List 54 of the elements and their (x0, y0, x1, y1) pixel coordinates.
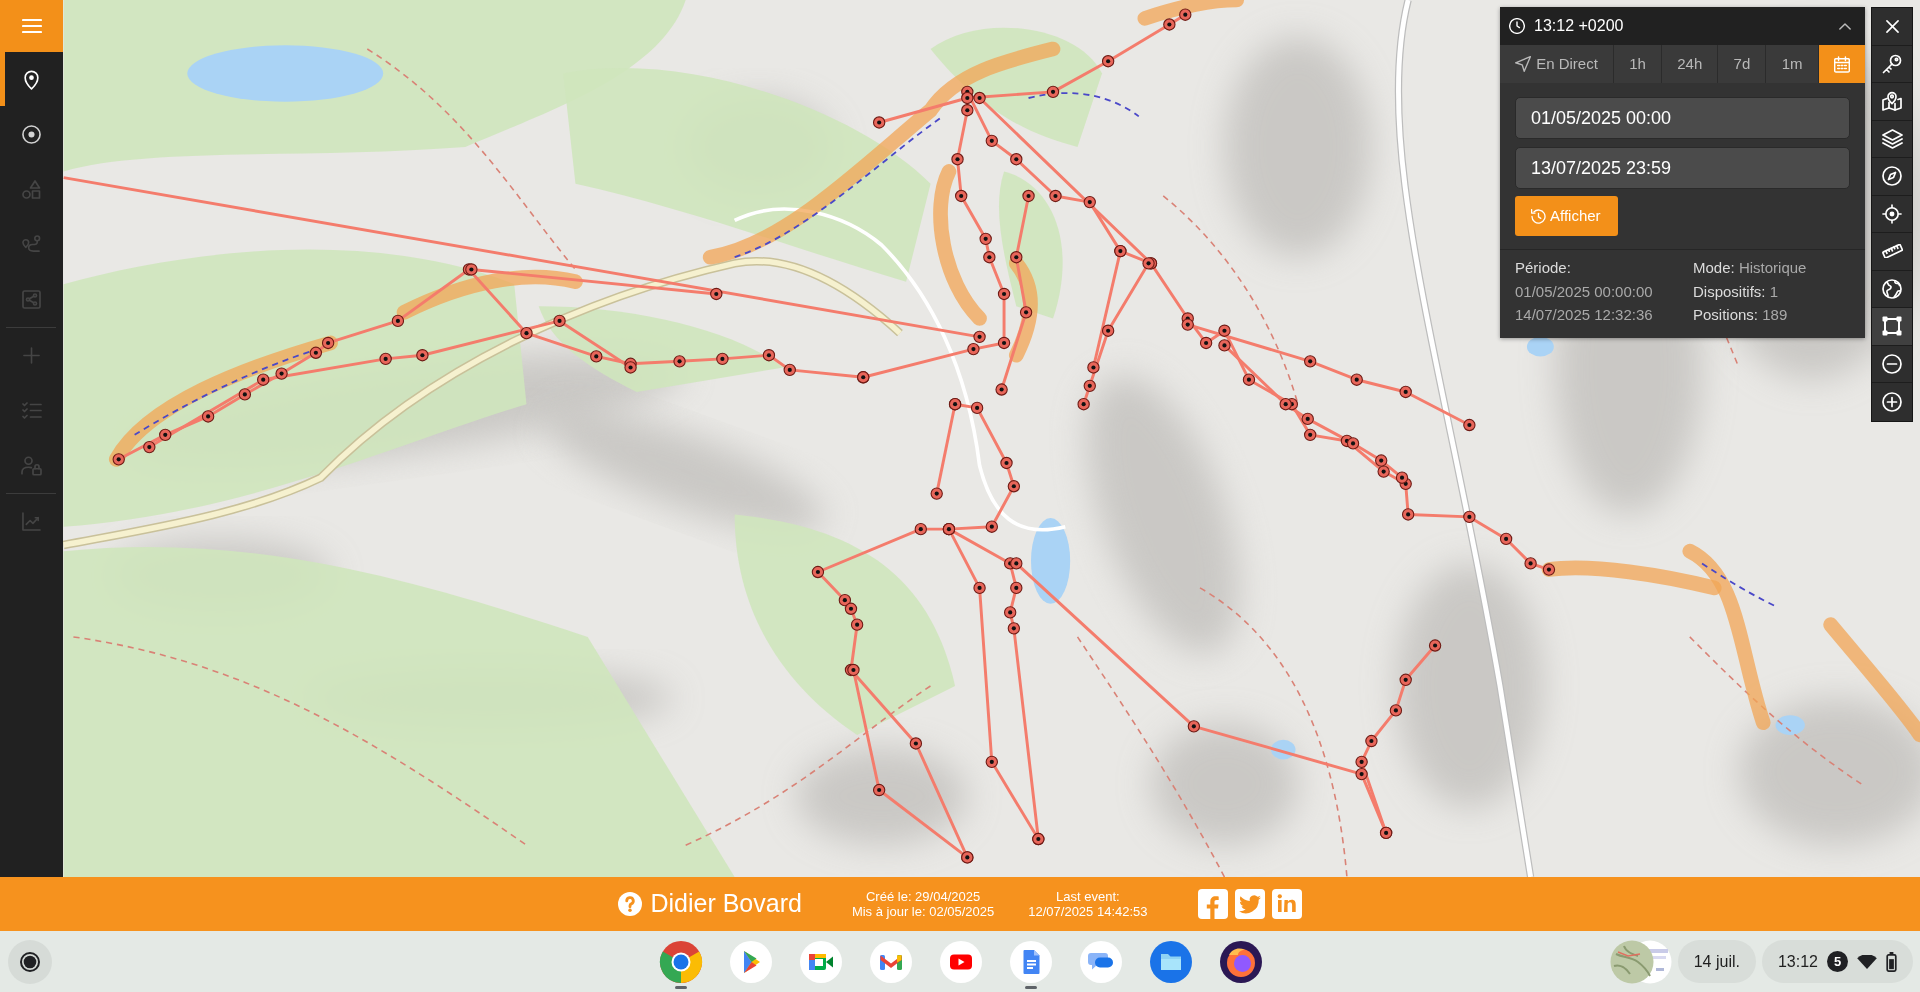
clock-icon (1509, 18, 1525, 34)
compass-icon (1882, 166, 1902, 187)
stat-label: Mode: (1693, 259, 1735, 276)
close-icon (1885, 19, 1899, 33)
map-pin-icon[interactable] (24, 69, 39, 90)
last-event-time: 12/07/2025 14:42:53 (1028, 904, 1148, 919)
thumbnail-icon[interactable] (1609, 939, 1672, 984)
wifi-icon (1857, 954, 1877, 969)
status-tray[interactable]: 13:12 5 (1761, 940, 1913, 983)
play-button-icon[interactable] (938, 939, 983, 984)
ruler-icon (1881, 244, 1903, 259)
stat-value: 189 (1762, 306, 1788, 323)
ring-globe-icon[interactable] (1218, 939, 1263, 984)
period-start: 01/05/2025 00:00:00 (1515, 281, 1654, 302)
zoom-out-icon (1882, 353, 1902, 374)
folder-icon[interactable] (1148, 939, 1193, 984)
chevron-up-icon[interactable] (1839, 22, 1851, 30)
key-icon (1882, 53, 1902, 74)
created-date: Créé le: 29/04/2025 (865, 889, 981, 904)
stat-value: 1 (1769, 282, 1779, 300)
updated-date: Mis à jour le: 02/05/2025 (851, 904, 995, 919)
crosshair-icon (1882, 203, 1902, 224)
period-end: 14/07/2025 12:32:36 (1515, 305, 1654, 325)
stat-label: Positions: (1693, 306, 1759, 323)
bounding-box-icon (1882, 316, 1902, 337)
notification-count: 5 (1827, 951, 1848, 972)
map-icon (1882, 91, 1902, 112)
stat-label: Dispositifs: (1693, 282, 1766, 300)
envelope-icon[interactable] (868, 939, 913, 984)
zoom-in-icon (1882, 391, 1902, 412)
launcher-icon[interactable] (8, 939, 52, 984)
video-camera-icon[interactable] (798, 939, 843, 984)
calendar-icon (1833, 55, 1850, 73)
color-wheel-icon[interactable] (658, 939, 703, 984)
calendar-tab[interactable] (1818, 45, 1865, 83)
date-button[interactable]: 14 juil. (1677, 940, 1756, 983)
circle-dot-icon[interactable] (22, 125, 41, 144)
globe-icon (1882, 278, 1902, 299)
clock-time: 13:12 (1777, 951, 1818, 972)
stat-value: Historique (1738, 259, 1807, 276)
start-date-field[interactable]: 01/05/2025 00:00 (1515, 97, 1850, 139)
end-date-field[interactable]: 13/07/2025 23:59 (1515, 147, 1850, 189)
last-event-label: Last event: (1056, 889, 1120, 904)
navigation-arrow-icon (1515, 56, 1532, 72)
profile-name: Didier Bovard (650, 888, 802, 920)
history-icon (1531, 208, 1546, 224)
map-drawing[interactable] (63, 0, 1920, 877)
chat-bubble-icon[interactable] (1078, 939, 1123, 984)
map-tool-button[interactable] (1872, 308, 1912, 346)
layers-icon (1881, 128, 1903, 149)
period-label: Période: (1515, 258, 1572, 278)
battery-icon (1886, 951, 1897, 972)
current-time: 13:12 +0200 (1534, 16, 1625, 36)
document-icon[interactable] (1008, 939, 1053, 984)
